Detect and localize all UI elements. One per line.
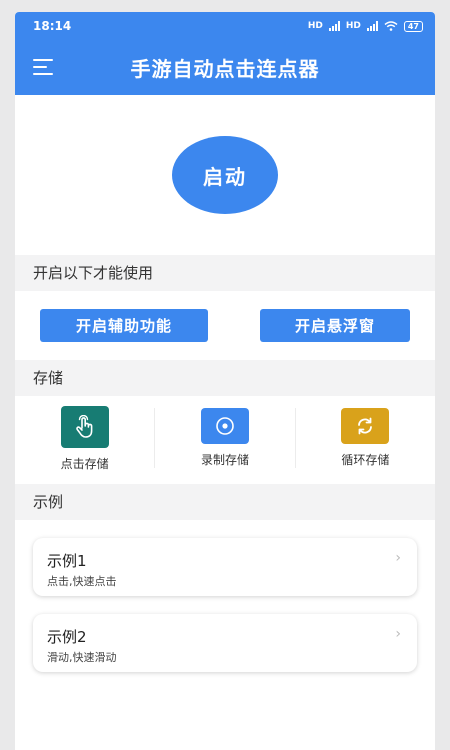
network-label-1: HD xyxy=(307,21,323,31)
battery-icon: 47 xyxy=(403,20,423,32)
app-title: 手游自动点击连点器 xyxy=(130,57,320,81)
storage-label-click: 点击存储 xyxy=(60,457,109,471)
storage-item-click[interactable]: 点击存储 xyxy=(15,396,154,484)
section-header-enable: 开启以下才能使用 xyxy=(15,255,435,291)
menu-icon[interactable] xyxy=(33,59,53,75)
record-icon xyxy=(200,408,249,444)
example-card-1[interactable]: 示例1 点击,快速点击 › xyxy=(33,538,417,596)
status-time: 18:14 xyxy=(33,19,72,33)
app-screen: 18:14 HD HD 47 手游自动点击连点器 启动 开启以下才能使用 开启辅… xyxy=(15,12,435,750)
storage-item-record[interactable]: 录制存储 xyxy=(154,408,294,468)
signal-icon xyxy=(328,21,340,31)
storage-item-loop[interactable]: 循环存储 xyxy=(294,408,435,468)
status-bar: 18:14 HD HD 47 xyxy=(15,12,435,40)
example-subtitle: 滑动,快速滑动 xyxy=(47,651,117,664)
start-area: 启动 xyxy=(15,95,435,255)
status-icons: HD HD 47 xyxy=(307,20,423,32)
signal-icon-2 xyxy=(366,21,378,31)
example-card-2[interactable]: 示例2 滑动,快速滑动 › xyxy=(33,614,417,672)
example-title: 示例1 xyxy=(47,552,87,570)
enable-accessibility-button[interactable]: 开启辅助功能 xyxy=(40,309,208,342)
example-title: 示例2 xyxy=(47,628,87,646)
chevron-right-icon: › xyxy=(395,626,401,642)
wifi-icon xyxy=(384,21,398,31)
start-button[interactable]: 启动 xyxy=(172,136,278,214)
tap-hand-icon xyxy=(60,406,109,448)
enable-floating-window-button[interactable]: 开启悬浮窗 xyxy=(260,309,410,342)
chevron-right-icon: › xyxy=(395,550,401,566)
storage-label-loop: 循环存储 xyxy=(341,453,390,467)
storage-grid: 点击存储 录制存储 循环存储 xyxy=(15,396,435,484)
storage-label-record: 录制存储 xyxy=(200,453,249,467)
example-subtitle: 点击,快速点击 xyxy=(47,575,117,588)
enable-buttons-row: 开启辅助功能 开启悬浮窗 xyxy=(15,291,435,360)
section-header-storage: 存储 xyxy=(15,360,435,396)
app-bar: 手游自动点击连点器 xyxy=(15,40,435,95)
section-header-examples: 示例 xyxy=(15,484,435,520)
loop-icon xyxy=(341,408,390,444)
network-label-2: HD xyxy=(345,21,361,31)
